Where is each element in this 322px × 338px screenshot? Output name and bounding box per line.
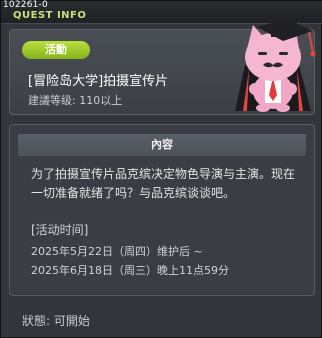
start-date: 2025年5月22日（周四）维护后 ~ xyxy=(31,245,203,258)
quest-id: 102261-0 xyxy=(3,0,48,10)
content-section-title: 內容 xyxy=(18,134,306,156)
quest-title: [冒险岛大学]拍摄宣传片 xyxy=(28,74,169,89)
end-date: 2025年6月18日（周三）晚上11点59分 xyxy=(31,264,229,277)
description-line: 为了拍摄宣传片品克缤决定物色导演与主演。现在 xyxy=(31,167,296,181)
window-title: QUEST INFO xyxy=(13,10,87,21)
pink-bean-mascot-image xyxy=(235,19,316,112)
description-line: 一切准备就绪了吗？与品克缤谈谈吧。 xyxy=(31,186,236,200)
event-badge: 活動 xyxy=(22,41,90,59)
quest-info-window: 102261-0 QUEST INFO 活動 [冒险岛大学]拍摄宣传片 建議等级… xyxy=(0,0,322,338)
activity-time-label: [活动时间] xyxy=(31,223,89,237)
level-requirement: 建議等级: 110以上 xyxy=(28,94,123,107)
quest-description: 为了拍摄宣传片品克缤决定物色导演与主演。现在 一切准备就绪了吗？与品克缤谈谈吧。 xyxy=(31,165,301,203)
quest-content-panel: 內容 为了拍摄宣传片品克缤决定物色导演与主演。现在 一切准备就绪了吗？与品克缤谈… xyxy=(9,124,315,296)
quest-status: 狀態: 可開始 xyxy=(22,314,90,328)
